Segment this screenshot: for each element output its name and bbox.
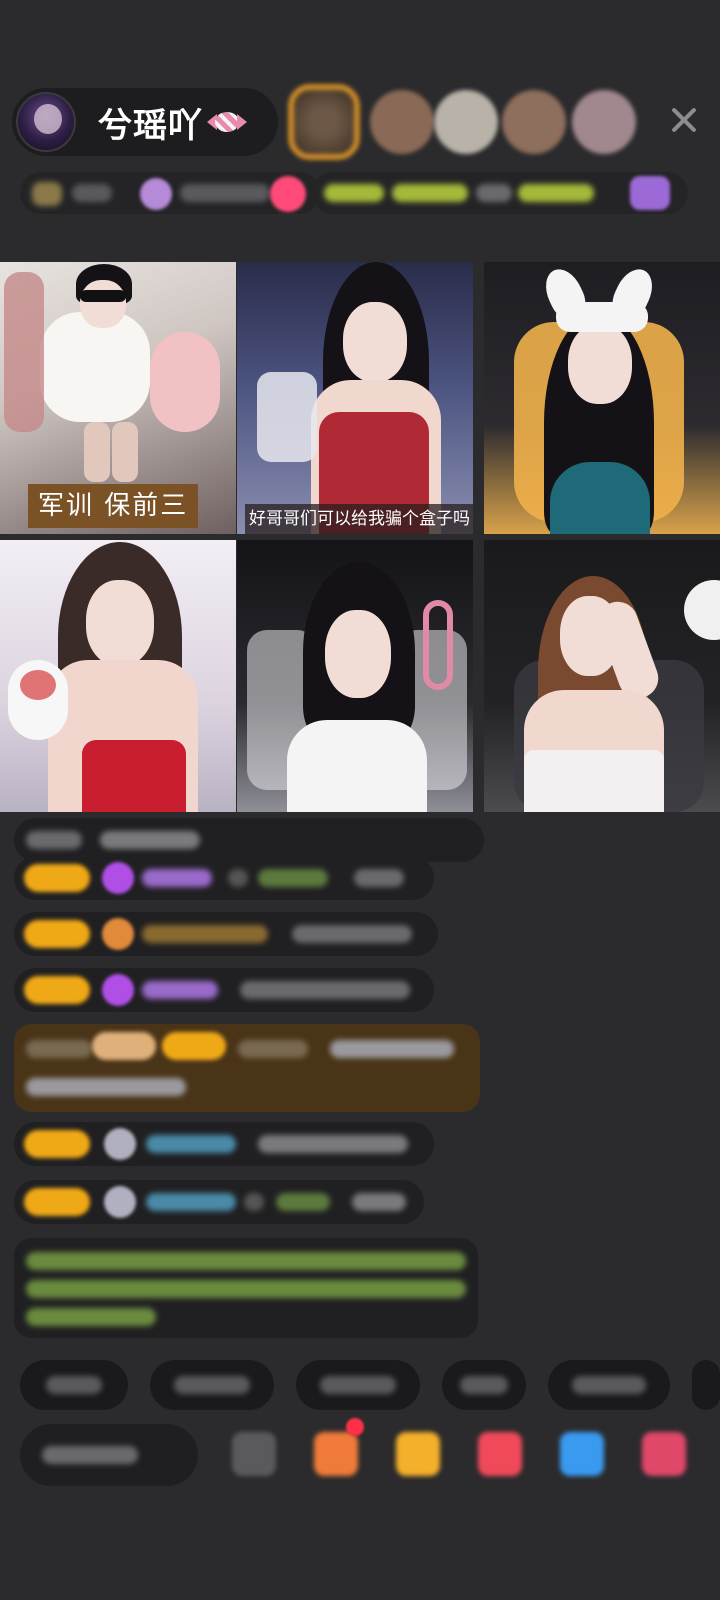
quick-reply-chip[interactable] <box>296 1360 420 1410</box>
chat-gift-message[interactable] <box>14 1024 480 1112</box>
chat-message[interactable] <box>14 912 438 956</box>
close-icon[interactable] <box>668 104 700 136</box>
room-info-row[interactable] <box>20 172 320 214</box>
tile-caption: 好哥哥们可以给我骗个盒子吗 <box>245 504 473 534</box>
comment-input[interactable] <box>20 1424 198 1486</box>
video-tile[interactable]: 好哥哥们可以给我骗个盒子吗 <box>237 262 473 534</box>
host-avatar[interactable] <box>16 92 76 152</box>
more-icon[interactable] <box>642 1432 686 1476</box>
quick-reply-chip[interactable] <box>20 1360 128 1410</box>
viewer-avatar[interactable] <box>370 90 434 154</box>
video-tile[interactable]: 军训 保前三 <box>0 262 236 534</box>
quick-reply-chip[interactable] <box>548 1360 670 1410</box>
host-name: 兮瑶吖 <box>98 105 203 146</box>
chat-message[interactable] <box>14 856 434 900</box>
video-tile[interactable] <box>0 540 236 812</box>
multi-guest-video-grid: 军训 保前三 好哥哥们可以给我骗个盒子吗 <box>0 262 720 816</box>
host-info-pill[interactable]: 兮瑶吖 <box>12 88 278 156</box>
video-tile[interactable] <box>484 540 720 812</box>
chat-bubble-icon[interactable] <box>560 1432 604 1476</box>
room-tags-row[interactable] <box>312 172 688 214</box>
quick-reply-chip[interactable] <box>692 1360 720 1410</box>
gift-box-icon[interactable] <box>314 1432 358 1476</box>
top-viewer-avatar[interactable] <box>288 84 360 160</box>
system-notice <box>14 1238 478 1338</box>
video-tile[interactable] <box>237 540 473 812</box>
video-tile[interactable] <box>484 262 720 534</box>
quick-reply-chip[interactable] <box>150 1360 274 1410</box>
tile-caption: 军训 保前三 <box>28 484 199 528</box>
viewer-avatar[interactable] <box>434 90 498 154</box>
viewer-avatar[interactable] <box>502 90 566 154</box>
gamepad-icon[interactable] <box>478 1432 522 1476</box>
gift-icon[interactable] <box>396 1432 440 1476</box>
chat-message[interactable] <box>14 1122 434 1166</box>
notification-dot <box>346 1418 364 1436</box>
candy-icon <box>207 108 247 136</box>
quick-reply-chip[interactable] <box>442 1360 526 1410</box>
chat-message[interactable] <box>14 1180 424 1224</box>
emoji-icon[interactable] <box>232 1432 276 1476</box>
chat-message[interactable] <box>14 968 434 1012</box>
viewer-avatar[interactable] <box>572 90 636 154</box>
